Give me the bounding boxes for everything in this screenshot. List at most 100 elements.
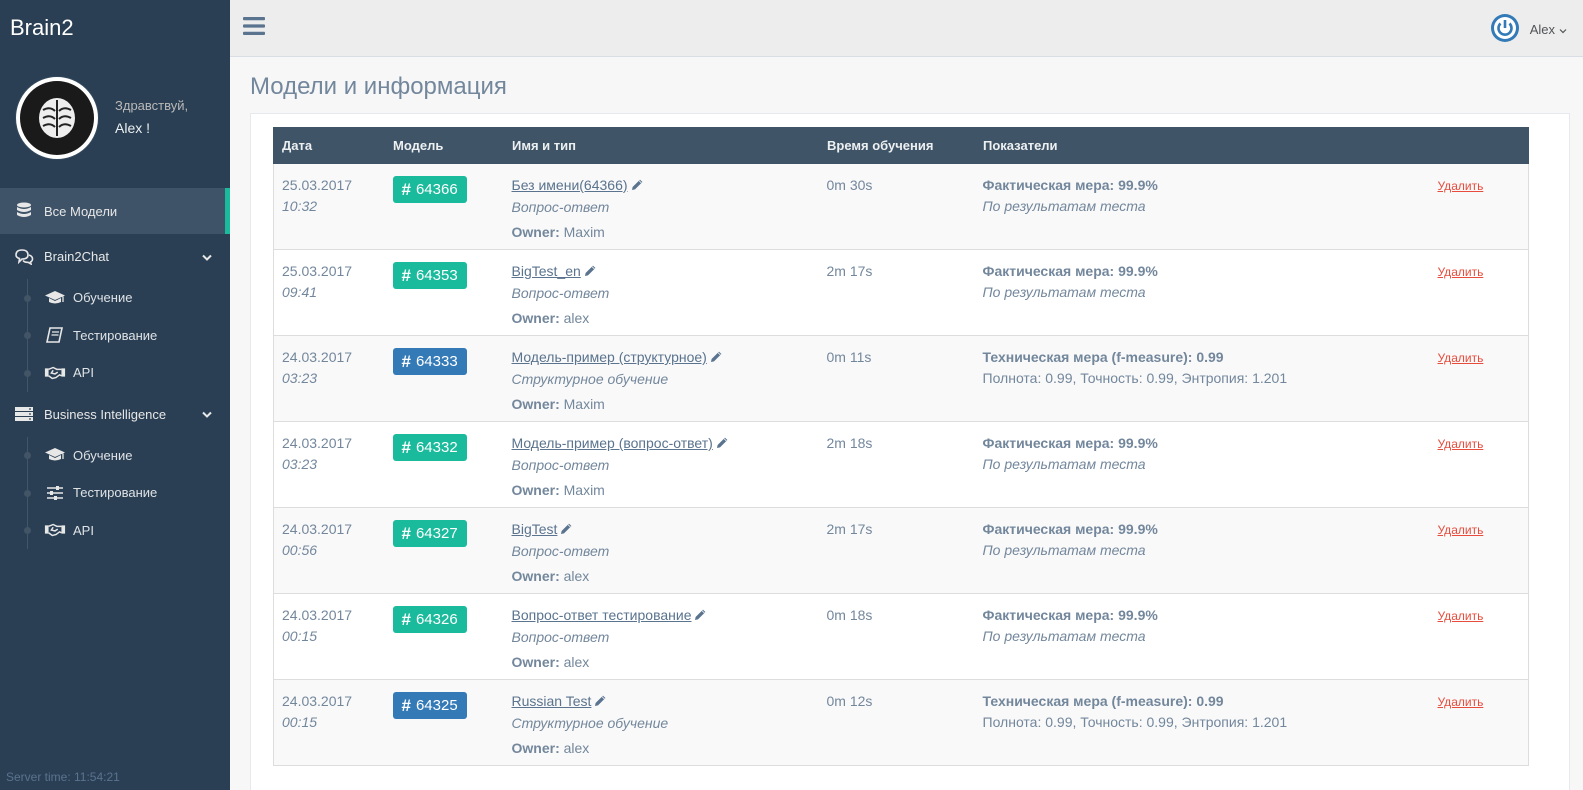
pencil-icon[interactable] (694, 606, 707, 627)
metric-detail: Полнота: 0.99, Точность: 0.99, Энтропия:… (982, 714, 1288, 730)
date-cell: 24.03.2017 00:15 (273, 679, 385, 766)
model-name-link[interactable]: BigTest_en (512, 263, 581, 279)
owner-line: Owner: alex (512, 735, 811, 761)
date-cell: 24.03.2017 00:15 (273, 593, 385, 680)
model-id: 64325 (415, 697, 458, 714)
sidebar-item-all-models[interactable]: Все Модели (0, 188, 230, 234)
model-type: Вопрос-ответ (511, 457, 610, 473)
model-cell: #64326 (385, 594, 504, 680)
profile-name: Alex ! (115, 120, 151, 136)
model-id-badge[interactable]: #64333 (392, 348, 467, 375)
metric-detail: По результатам теста (982, 198, 1146, 214)
model-name-link[interactable]: Вопрос-ответ тестирование (512, 607, 692, 623)
row-date: 24.03.2017 (282, 693, 353, 709)
hash-icon: # (401, 524, 411, 543)
model-name-link[interactable]: Без имени(64366) (512, 177, 628, 193)
sidebar-subitem-chat-testing[interactable]: Тестирование (0, 317, 230, 355)
sidebar-subitem-label: Обучение (73, 290, 133, 306)
delete-link[interactable]: Удалить (1438, 606, 1484, 627)
pencil-icon[interactable] (710, 348, 723, 369)
model-id-badge[interactable]: #64326 (392, 606, 467, 633)
hamburger-icon (243, 17, 265, 35)
model-id-badge[interactable]: #64332 (392, 434, 467, 461)
sidebar-item-business-intelligence[interactable]: Business Intelligence (0, 392, 230, 437)
sidebar-subitem-bi-testing[interactable]: Тестирование (0, 474, 230, 512)
owner-label: Owner: (511, 740, 560, 756)
training-duration: 0m 12s (826, 693, 873, 709)
owner-name: alex (563, 740, 590, 756)
sidebar-item-brain2chat[interactable]: Brain2Chat (0, 234, 230, 279)
table-row: 24.03.2017 00:15 #64326 Вопрос-ответ тестир… (273, 593, 1529, 680)
duration-cell: 0m 12s (819, 680, 975, 766)
server-time: Server time: 11:54:21 (6, 770, 120, 784)
row-date: 25.03.2017 (282, 263, 353, 279)
owner-name: Maxim (563, 396, 605, 412)
models-table: Дата Модель Имя и тип Время обучения Пок… (273, 127, 1529, 766)
owner-line: Owner: alex (512, 563, 811, 589)
metric-title: Фактическая мера: 99.9% (982, 263, 1158, 279)
model-id-badge[interactable]: #64327 (392, 520, 467, 547)
model-id-badge[interactable]: #64325 (392, 692, 467, 719)
name-type-cell: Вопрос-ответ тестирование Вопрос-ответ Own… (504, 594, 819, 680)
brand-logo[interactable]: Brain2 (0, 0, 230, 56)
sidebar-subitem-label: Тестирование (73, 327, 158, 343)
model-cell: #64366 (385, 164, 504, 250)
model-name-link[interactable]: BigTest (512, 521, 558, 537)
model-name-link[interactable]: Модель-пример (структурное) (512, 349, 707, 365)
table-header-row: Дата Модель Имя и тип Время обучения Пок… (273, 127, 1529, 164)
col-date: Дата (273, 127, 385, 164)
owner-name: Maxim (563, 482, 605, 498)
delete-link[interactable]: Удалить (1438, 262, 1484, 283)
date-cell: 24.03.2017 00:56 (273, 507, 385, 594)
model-type: Вопрос-ответ (511, 543, 610, 559)
table-row: 25.03.2017 09:41 #64353 BigTest_en Вопрос-от… (273, 249, 1529, 336)
actions-cell: Удалить (1429, 507, 1529, 594)
row-time: 10:32 (282, 198, 318, 214)
metric-detail: По результатам теста (982, 456, 1146, 472)
row-time: 09:41 (282, 284, 318, 300)
row-date: 24.03.2017 (282, 435, 353, 451)
pencil-icon[interactable] (560, 520, 573, 541)
sidebar-subitem-bi-training[interactable]: Обучение (0, 437, 230, 475)
model-id-badge[interactable]: #64366 (392, 176, 467, 203)
delete-link[interactable]: Удалить (1438, 692, 1484, 713)
model-type: Вопрос-ответ (511, 199, 610, 215)
pencil-icon[interactable] (584, 262, 597, 283)
model-name-link[interactable]: Russian Test (512, 693, 592, 709)
sidebar-subitem-chat-training[interactable]: Обучение (0, 279, 230, 317)
pencil-icon[interactable] (716, 434, 729, 455)
owner-label: Owner: (511, 396, 560, 412)
pencil-icon[interactable] (594, 692, 607, 713)
pencil-icon[interactable] (631, 176, 644, 197)
delete-link[interactable]: Удалить (1438, 434, 1484, 455)
sidebar-subitem-bi-api[interactable]: API (0, 512, 230, 550)
owner-line: Owner: alex (512, 649, 811, 675)
model-id-badge[interactable]: #64353 (392, 262, 467, 289)
delete-link[interactable]: Удалить (1438, 176, 1484, 197)
actions-cell: Удалить (1429, 593, 1529, 680)
menu-toggle-button[interactable] (242, 14, 266, 41)
row-time: 03:23 (282, 370, 318, 386)
name-type-cell: Без имени(64366) Вопрос-ответ Owner: Maxim (504, 164, 819, 250)
date-cell: 24.03.2017 03:23 (273, 335, 385, 422)
handshake-icon (44, 364, 66, 382)
model-name-link[interactable]: Модель-пример (вопрос-ответ) (512, 435, 713, 451)
delete-link[interactable]: Удалить (1438, 348, 1484, 369)
metric-detail: По результатам теста (982, 628, 1146, 644)
avatar[interactable] (16, 77, 98, 159)
power-icon (1490, 13, 1520, 46)
table-row: 24.03.2017 03:23 #64332 Модель-пример (вопр… (273, 421, 1529, 508)
brain-icon (39, 98, 75, 138)
model-cell: #64333 (385, 336, 504, 422)
user-name: Alex (1529, 22, 1555, 37)
owner-name: Maxim (563, 224, 605, 240)
metric-title: Техническая мера (f-measure): 0.99 (982, 693, 1224, 709)
user-menu[interactable]: Alex (1490, 13, 1567, 46)
sidebar-subitem-chat-api[interactable]: API (0, 354, 230, 392)
hash-icon: # (401, 438, 411, 457)
actions-cell: Удалить (1429, 421, 1529, 508)
name-type-cell: BigTest_en Вопрос-ответ Owner: alex (504, 250, 819, 336)
sidebar-subitem-label: Тестирование (73, 485, 158, 501)
delete-link[interactable]: Удалить (1438, 520, 1484, 541)
date-cell: 25.03.2017 10:32 (273, 163, 385, 250)
